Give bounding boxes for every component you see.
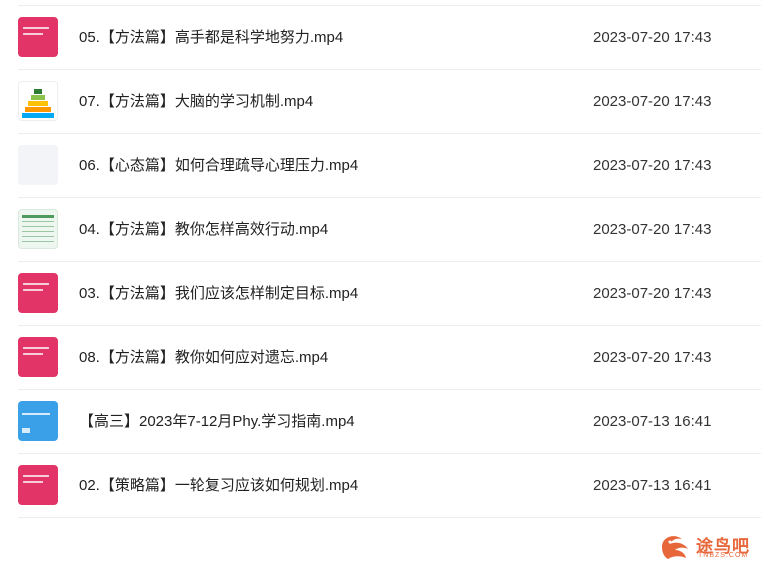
file-row[interactable]: 05.【方法篇】高手都是科学地努力.mp4 2023-07-20 17:43 [18, 5, 761, 70]
bird-logo-icon [662, 536, 688, 559]
file-date: 2023-07-20 17:43 [593, 29, 712, 46]
video-thumbnail[interactable] [18, 145, 58, 185]
file-name[interactable]: 02.【策略篇】一轮复习应该如何规划.mp4 [79, 454, 358, 517]
file-date: 2023-07-13 16:41 [593, 413, 712, 430]
file-date: 2023-07-13 16:41 [593, 477, 712, 494]
file-name[interactable]: 05.【方法篇】高手都是科学地努力.mp4 [79, 6, 343, 69]
video-thumbnail[interactable] [18, 209, 58, 249]
video-thumbnail[interactable] [18, 81, 58, 121]
video-thumbnail[interactable] [18, 401, 58, 441]
file-date: 2023-07-20 17:43 [593, 285, 712, 302]
file-date: 2023-07-20 17:43 [593, 93, 712, 110]
video-thumbnail[interactable] [18, 17, 58, 57]
video-thumbnail[interactable] [18, 337, 58, 377]
file-date: 2023-07-20 17:43 [593, 349, 712, 366]
file-row[interactable]: 04.【方法篇】教你怎样高效行动.mp4 2023-07-20 17:43 [18, 198, 761, 262]
file-row[interactable]: 02.【策略篇】一轮复习应该如何规划.mp4 2023-07-13 16:41 [18, 454, 761, 518]
file-row[interactable]: 07.【方法篇】大脑的学习机制.mp4 2023-07-20 17:43 [18, 70, 761, 134]
video-thumbnail[interactable] [18, 273, 58, 313]
file-name[interactable]: 【高三】2023年7-12月Phy.学习指南.mp4 [79, 390, 355, 453]
file-row[interactable]: 03.【方法篇】我们应该怎样制定目标.mp4 2023-07-20 17:43 [18, 262, 761, 326]
watermark: 途鸟吧 TNBZS.COM [658, 529, 758, 565]
watermark-subtext: TNBZS.COM [698, 552, 749, 559]
file-row[interactable]: 08.【方法篇】教你如何应对遗忘.mp4 2023-07-20 17:43 [18, 326, 761, 390]
file-list: 05.【方法篇】高手都是科学地努力.mp4 2023-07-20 17:43 0… [0, 0, 761, 518]
file-row[interactable]: 06.【心态篇】如何合理疏导心理压力.mp4 2023-07-20 17:43 [18, 134, 761, 198]
file-row[interactable]: 【高三】2023年7-12月Phy.学习指南.mp4 2023-07-13 16… [18, 390, 761, 454]
file-name[interactable]: 06.【心态篇】如何合理疏导心理压力.mp4 [79, 134, 358, 197]
file-name[interactable]: 03.【方法篇】我们应该怎样制定目标.mp4 [79, 262, 358, 325]
file-name[interactable]: 08.【方法篇】教你如何应对遗忘.mp4 [79, 326, 328, 389]
file-date: 2023-07-20 17:43 [593, 157, 712, 174]
file-name[interactable]: 07.【方法篇】大脑的学习机制.mp4 [79, 70, 313, 133]
file-date: 2023-07-20 17:43 [593, 221, 712, 238]
file-name[interactable]: 04.【方法篇】教你怎样高效行动.mp4 [79, 198, 328, 261]
video-thumbnail[interactable] [18, 465, 58, 505]
